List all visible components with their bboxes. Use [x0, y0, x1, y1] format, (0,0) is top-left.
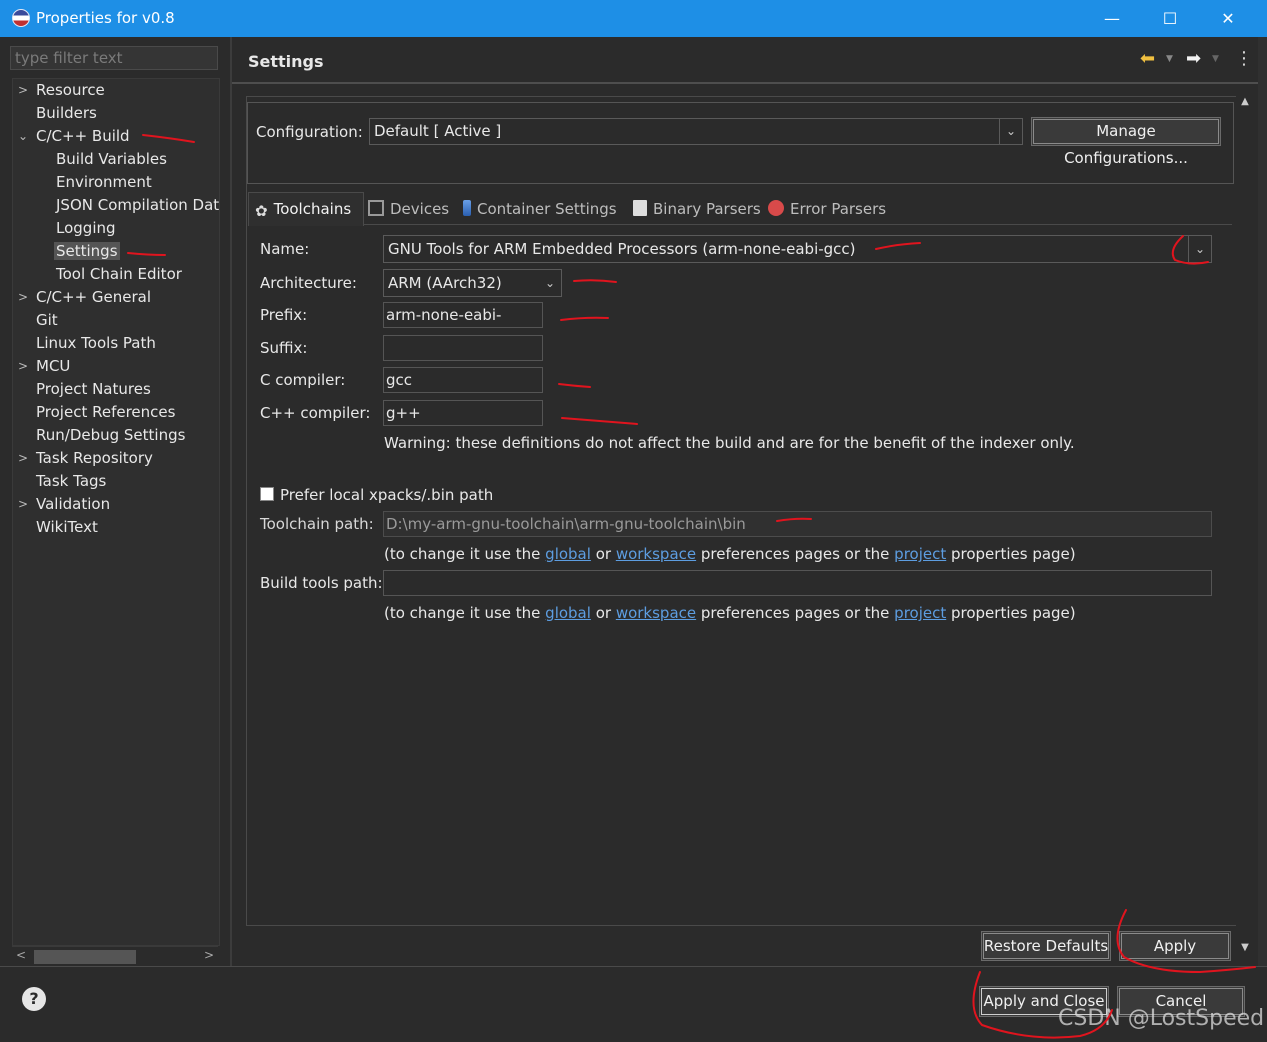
annotation-underline-cpp [561, 417, 638, 425]
annotation-circle-apply [1116, 909, 1256, 974]
annotation-underline-name [875, 242, 921, 250]
annotation-underline-build [142, 134, 195, 143]
red-annotation-marks [127, 134, 1256, 1039]
annotation-underline-c [558, 383, 591, 388]
annotation-underline-arch [573, 279, 617, 283]
annotation-underline-settings [127, 252, 166, 256]
annotation-circle-apply-close [972, 971, 1113, 1039]
annotation-mark-dropdown [1171, 235, 1209, 265]
annotation-underline-path [776, 517, 812, 522]
annotation-underline-prefix [560, 316, 609, 321]
